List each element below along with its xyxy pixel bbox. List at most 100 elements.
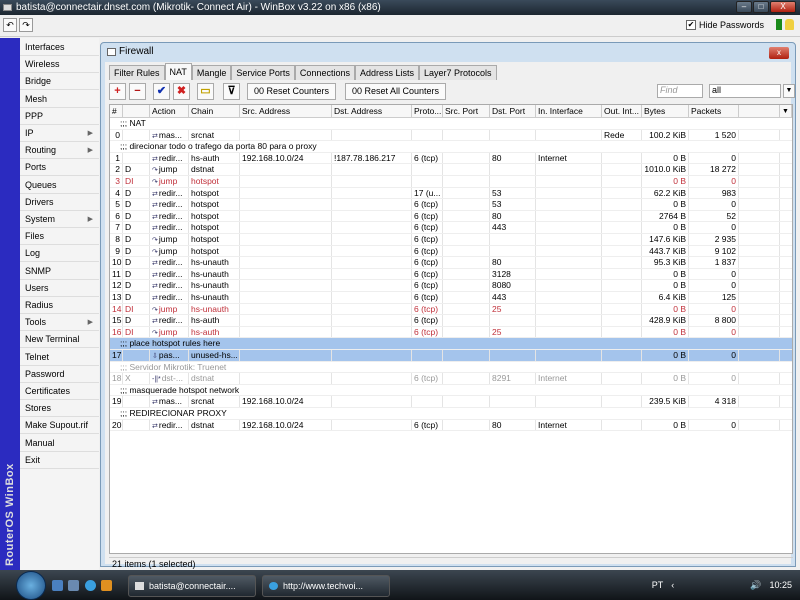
sidebar-item-ports[interactable]: Ports xyxy=(20,159,99,177)
disable-button[interactable]: ✖ xyxy=(173,83,190,100)
table-row[interactable]: 3 DI ↷jump hotspot 0 B0 xyxy=(110,176,792,188)
sidebar-item-ip[interactable]: IP ▶ xyxy=(20,125,99,142)
enable-button[interactable]: ✔ xyxy=(153,83,170,100)
table-row[interactable]: 8 D ↷jump hotspot 6 (tcp) 147.6 KiB 2 935 xyxy=(110,234,792,246)
tab-nat[interactable]: NAT xyxy=(164,63,192,80)
filter-button[interactable]: ⊽ xyxy=(223,83,240,100)
column-header[interactable]: Dst. Port xyxy=(490,105,536,117)
tray-expand-button[interactable]: ‹ xyxy=(671,570,674,600)
column-header[interactable]: Out. Int... xyxy=(602,105,642,117)
sidebar-item-radius[interactable]: Radius xyxy=(20,297,99,314)
tab-address-lists[interactable]: Address Lists xyxy=(354,65,419,80)
sidebar-item-wireless[interactable]: Wireless xyxy=(20,56,99,74)
table-row[interactable]: 2 D ↷jump dstnat 1010.0 KiB 18 272 xyxy=(110,164,792,176)
sidebar-item-tools[interactable]: Tools ▶ xyxy=(20,314,99,332)
sidebar-item-telnet[interactable]: Telnet xyxy=(20,349,99,366)
column-header[interactable]: Chain xyxy=(189,105,240,117)
tab-layer7-protocols[interactable]: Layer7 Protocols xyxy=(419,65,497,80)
table-row[interactable]: 13 D ⇄redir... hs-unauth 6 (tcp) 443 6.4 KiB 12… xyxy=(110,292,792,304)
comment-row[interactable]: ;;; direcionar todo o trafego da porta 8… xyxy=(110,141,792,153)
column-header[interactable]: Dst. Address xyxy=(332,105,412,117)
table-row[interactable]: 12 D ⇄redir... hs-unauth 6 (tcp) 8080 0 B0 xyxy=(110,280,792,292)
sidebar-item-ppp[interactable]: PPP xyxy=(20,108,99,125)
column-header[interactable]: Action xyxy=(150,105,189,117)
comment-row[interactable]: ;;; place hotspot rules here xyxy=(110,338,792,350)
column-header[interactable]: In. Interface xyxy=(536,105,602,117)
table-row[interactable]: 1 ⇄redir... hs-auth 192.168.10.0/24 !187.78.… xyxy=(110,152,792,165)
sidebar-item-files[interactable]: Files xyxy=(20,228,99,246)
sidebar-item-stores[interactable]: Stores xyxy=(20,400,99,418)
task-browser[interactable]: http://www.techvoi... xyxy=(262,575,390,597)
column-header[interactable]: Src. Address xyxy=(240,105,332,117)
tab-connections[interactable]: Connections xyxy=(294,65,355,80)
table-row[interactable]: 9 D ↷jump hotspot 6 (tcp) 443.7 KiB 9 102 xyxy=(110,245,792,258)
table-row[interactable]: 0 ⇄mas... srcnat Rede 100.2 KiB 1 520 xyxy=(110,129,792,142)
sidebar-item-mesh[interactable]: Mesh xyxy=(20,91,99,108)
table-row[interactable]: 14 DI ↷jump hs-unauth 6 (tcp) 25 0 B0 xyxy=(110,303,792,316)
table-row[interactable]: 16 DI ↷jump hs-auth 6 (tcp) 25 0 B0 xyxy=(110,326,792,339)
find-input[interactable]: Find xyxy=(657,84,703,98)
column-header[interactable]: Proto... xyxy=(412,105,443,117)
column-header[interactable] xyxy=(123,105,150,117)
media-player-icon[interactable] xyxy=(101,580,112,591)
sidebar-item-certificates[interactable]: Certificates xyxy=(20,383,99,400)
tab-filter-rules[interactable]: Filter Rules xyxy=(109,65,165,80)
comment-row[interactable]: ;;; REDIRECIONAR PROXY xyxy=(110,408,792,420)
sidebar-item-queues[interactable]: Queues xyxy=(20,177,99,194)
reset-all-counters-button[interactable]: 00 Reset All Counters xyxy=(345,83,447,100)
sidebar-item-new-terminal[interactable]: New Terminal xyxy=(20,331,99,349)
filter-select[interactable]: all xyxy=(709,84,781,98)
sidebar-item-system[interactable]: System ▶ xyxy=(20,211,99,228)
column-header[interactable]: # xyxy=(110,105,123,117)
sidebar-item-exit[interactable]: Exit xyxy=(20,452,99,469)
comment-row[interactable]: ;;; masquerade hotspot network xyxy=(110,385,792,397)
column-header[interactable]: Packets xyxy=(689,105,739,117)
sidebar-item-make-supout-rif[interactable]: Make Supout.rif xyxy=(20,417,99,435)
comment-button[interactable]: ▭ xyxy=(197,83,214,100)
table-row[interactable]: 6 D ⇄redir... hotspot 6 (tcp) 80 2764 B 52 xyxy=(110,210,792,223)
language-indicator[interactable]: PT xyxy=(652,570,664,600)
sidebar-item-log[interactable]: Log xyxy=(20,245,99,263)
comment-row[interactable]: ;;; Servidor Mikrotik: Truenet xyxy=(110,362,792,374)
table-row[interactable]: 18 X -||*dst-... dstnat 6 (tcp) 8291 Internet 0… xyxy=(110,373,792,385)
sidebar-item-bridge[interactable]: Bridge xyxy=(20,73,99,91)
column-header[interactable]: Src. Port xyxy=(443,105,490,117)
start-button[interactable] xyxy=(16,571,46,600)
table-row[interactable]: 19 ⇄mas... srcnat 192.168.10.0/24 239.5 KiB 4… xyxy=(110,396,792,408)
checkbox-icon[interactable]: ✔ xyxy=(685,20,696,30)
table-row[interactable]: 5 D ⇄redir... hotspot 6 (tcp) 53 0 B0 xyxy=(110,199,792,211)
sidebar-item-snmp[interactable]: SNMP xyxy=(20,263,99,280)
tray-icons[interactable] xyxy=(682,570,742,600)
column-header[interactable]: Bytes xyxy=(642,105,689,117)
table-row[interactable]: 11 D ⇄redir... hs-unauth 6 (tcp) 3128 0 B0 xyxy=(110,268,792,281)
task-winbox[interactable]: batista@connectair.... xyxy=(128,575,256,597)
sidebar-item-drivers[interactable]: Drivers xyxy=(20,194,99,211)
table-row[interactable]: 10 D ⇄redir... hs-unauth 6 (tcp) 80 95.3 KiB 1 … xyxy=(110,257,792,269)
firewall-titlebar[interactable]: Firewall x xyxy=(101,43,795,61)
sidebar-item-routing[interactable]: Routing ▶ xyxy=(20,142,99,160)
table-row[interactable]: 17 ⇩pas... unused-hs... 0 B0 xyxy=(110,350,792,362)
sidebar-item-manual[interactable]: Manual xyxy=(20,435,99,452)
column-header[interactable] xyxy=(739,105,780,117)
switch-windows-icon[interactable] xyxy=(68,580,79,591)
maximize-button[interactable]: □ xyxy=(753,1,769,13)
close-button[interactable]: X xyxy=(770,1,796,13)
table-row[interactable]: 4 D ⇄redir... hotspot 17 (u... 53 62.2 KiB 983 xyxy=(110,187,792,200)
remove-button[interactable]: − xyxy=(129,83,146,100)
volume-icon[interactable]: 🔊 xyxy=(750,570,761,600)
comment-row[interactable]: ;;; NAT xyxy=(110,118,792,130)
show-desktop-icon[interactable] xyxy=(52,580,63,591)
internet-explorer-icon[interactable] xyxy=(85,580,96,591)
tab-service-ports[interactable]: Service Ports xyxy=(231,65,295,80)
clock[interactable]: 10:25 xyxy=(769,570,792,600)
hide-passwords-checkbox[interactable]: ✔ Hide Passwords xyxy=(685,20,764,30)
add-button[interactable]: + xyxy=(109,83,126,100)
table-row[interactable]: 20 ⇄redir... dstnat 192.168.10.0/24 6 (tcp) 8… xyxy=(110,419,792,432)
reset-counters-button[interactable]: 00 Reset Counters xyxy=(247,83,337,100)
redo-button[interactable]: ↷ xyxy=(19,18,33,32)
tab-mangle[interactable]: Mangle xyxy=(191,65,232,80)
firewall-close-button[interactable]: x xyxy=(769,47,789,59)
undo-button[interactable]: ↶ xyxy=(3,18,17,32)
chevron-down-icon[interactable]: ▼ xyxy=(783,84,795,98)
sidebar-item-password[interactable]: Password xyxy=(20,366,99,383)
